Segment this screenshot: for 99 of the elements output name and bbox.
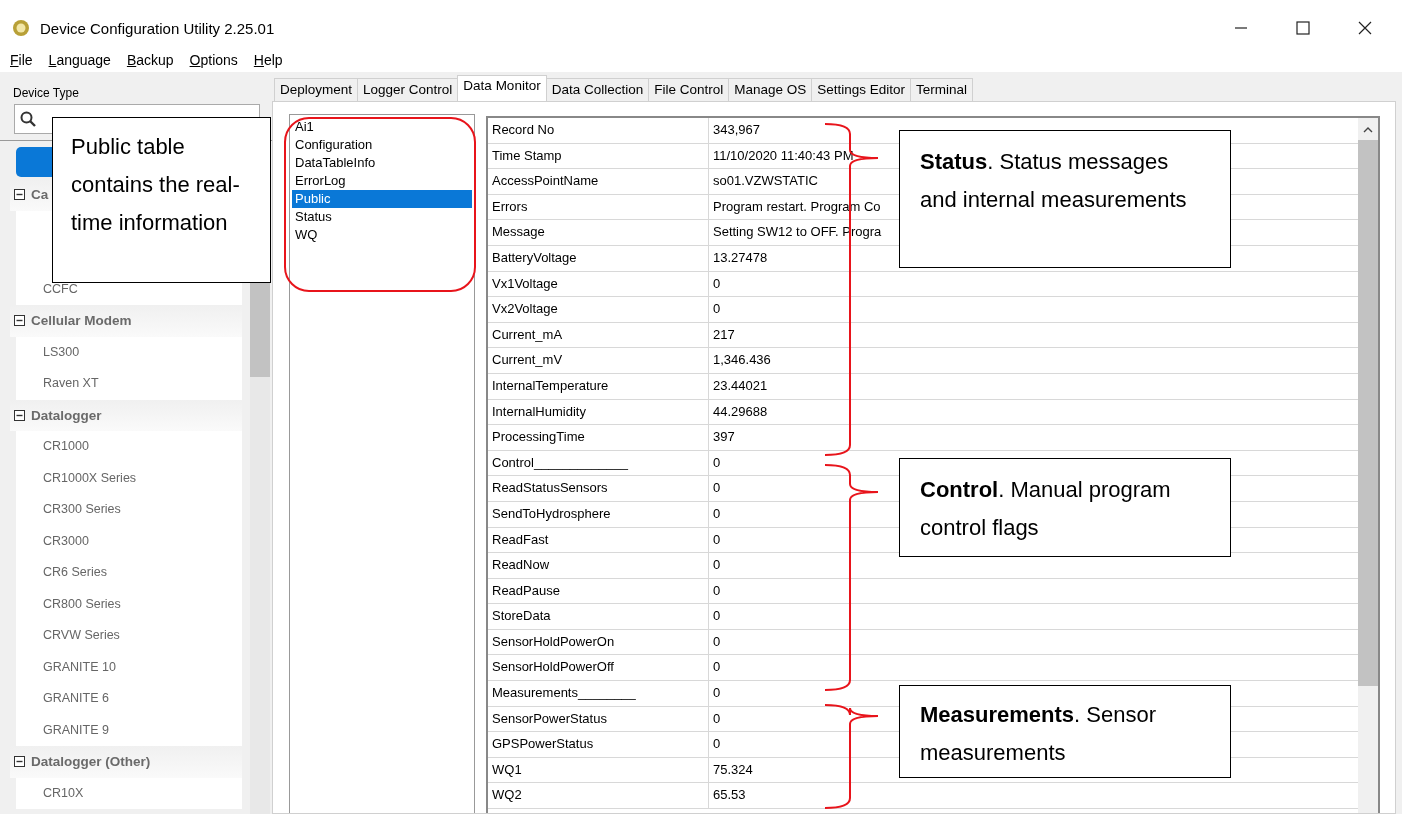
- annotation-tooltip: Status. Status messages and internal measurements: [899, 130, 1231, 268]
- scroll-up-icon[interactable]: [1363, 126, 1373, 134]
- collapse-icon[interactable]: [14, 189, 25, 201]
- field-name-cell: StoreData: [488, 604, 709, 629]
- field-name-cell: InternalTemperature: [488, 373, 709, 399]
- field-name-cell: Current_mV: [488, 348, 709, 373]
- field-name-cell: Vx1Voltage: [488, 271, 709, 297]
- field-name-cell: BatteryVoltage: [488, 245, 709, 271]
- field-name-cell: ProcessingTime: [488, 425, 709, 450]
- menu-item[interactable]: Help: [253, 52, 283, 68]
- annotation-tooltip: Control. Manual program control flags: [899, 458, 1231, 557]
- menu-item[interactable]: Options: [189, 52, 238, 68]
- tree-item[interactable]: CR3000: [43, 533, 89, 548]
- table-list-item[interactable]: ErrorLog: [292, 172, 472, 190]
- field-value-cell-text: 0: [712, 684, 721, 703]
- field-value-cell-text: 0: [712, 709, 721, 728]
- field-value-cell-text: 65.53: [712, 786, 746, 805]
- tree-item[interactable]: CR10X: [43, 785, 84, 800]
- field-name-cell: Time Stamp: [488, 143, 709, 169]
- field-value-cell-text: 0: [712, 504, 721, 523]
- tree-item[interactable]: CR300 Series: [43, 502, 121, 516]
- maximize-icon[interactable]: [1296, 21, 1310, 35]
- tree-item[interactable]: LS300: [43, 344, 80, 359]
- field-name-cell: ReadPause: [488, 578, 709, 604]
- field-value-cell-text: 1,346.436: [712, 351, 771, 370]
- field-value-cell-text: 75.324: [712, 760, 753, 779]
- field-value-cell-text: 397: [712, 428, 735, 447]
- field-name-cell: WQ2: [488, 783, 709, 809]
- field-value-cell-text: 11/10/2020 11:40:43 PM: [712, 146, 854, 165]
- field-value-cell-text: so01.VZWSTATIC: [712, 172, 818, 191]
- app-icon: [12, 19, 30, 37]
- collapse-icon[interactable]: [14, 756, 25, 768]
- field-name-cell: GPSPowerStatus: [488, 732, 709, 757]
- field-value-cell-text: 23.44021: [712, 376, 768, 395]
- field-name-cell: SensorPowerStatus: [488, 706, 709, 732]
- field-value-cell-text: 0: [712, 556, 721, 575]
- tab[interactable]: Data Monitor: [457, 75, 547, 101]
- menu-item[interactable]: Backup: [126, 52, 174, 68]
- collapse-icon[interactable]: [14, 315, 25, 327]
- device-type-label: Device Type: [12, 86, 80, 100]
- tree-group-label[interactable]: Ca: [31, 187, 49, 203]
- field-value-cell-text: 0: [712, 479, 721, 498]
- search-icon: [20, 111, 36, 127]
- menu-item[interactable]: File: [10, 52, 33, 68]
- field-value-cell-text: 0: [712, 530, 721, 549]
- scrollbar[interactable]: [1358, 118, 1378, 813]
- tree-item[interactable]: GRANITE 9: [43, 722, 109, 737]
- field-name-cell: SensorHoldPowerOn: [488, 629, 709, 655]
- field-value-cell-text: 217: [712, 325, 735, 344]
- table-list-item[interactable]: WQ: [292, 226, 472, 244]
- tree-item[interactable]: GRANITE 10: [43, 659, 116, 674]
- field-value-cell-text: 13.27478: [712, 248, 768, 267]
- table-list-item[interactable]: Configuration: [292, 136, 472, 154]
- tree-item[interactable]: CR6 Series: [43, 565, 107, 579]
- tab[interactable]: Terminal: [910, 78, 974, 101]
- field-name-cell: WQ1: [488, 757, 709, 783]
- annotation-tooltip: Measurements. Sensor measurements: [899, 685, 1231, 778]
- field-name-cell: SensorHoldPowerOff: [488, 655, 709, 681]
- field-value-cell-text: 0: [712, 658, 721, 677]
- tree-item[interactable]: CRVW Series: [43, 628, 120, 642]
- field-value-cell-text: 0: [712, 300, 721, 319]
- field-name-cell: InternalHumidity: [488, 399, 709, 425]
- field-name-cell: Message: [488, 220, 709, 245]
- field-name-cell: AccessPointName: [488, 169, 709, 194]
- tree-item[interactable]: Raven XT: [43, 376, 99, 390]
- field-value-cell-text: 0: [712, 581, 721, 600]
- field-name-cell: Errors: [488, 194, 709, 220]
- field-name-cell: ReadStatusSensors: [488, 476, 709, 501]
- table-list-item[interactable]: Ai1: [292, 118, 472, 136]
- field-name-cell: SendToHydrosphere: [488, 501, 709, 527]
- field-value-cell-text: 0: [712, 632, 721, 651]
- tab[interactable]: Deployment: [274, 78, 359, 101]
- field-value-cell-text: 0: [712, 735, 721, 754]
- tree-item[interactable]: CCFC: [43, 281, 78, 296]
- window-title: Device Configuration Utility 2.25.01: [40, 19, 275, 37]
- annotation-tooltip: Public table contains the real-time information: [52, 117, 271, 283]
- table-list-item[interactable]: Status: [292, 208, 472, 226]
- field-name-cell: Current_mA: [488, 322, 709, 348]
- tree-item[interactable]: CR1000X Series: [43, 470, 137, 485]
- field-value-cell-text: 0: [712, 453, 721, 472]
- field-name-cell: Measurements________: [488, 681, 709, 706]
- field-name-cell: Record No: [488, 118, 709, 143]
- field-value-cell-text: 0: [712, 274, 721, 293]
- collapse-icon[interactable]: [14, 409, 25, 421]
- tree-item[interactable]: CR1000: [43, 439, 89, 453]
- field-name-cell: ReadFast: [488, 527, 709, 553]
- tree-item[interactable]: GRANITE 6: [43, 691, 109, 705]
- tree-group-label[interactable]: Datalogger: [31, 407, 102, 423]
- table-list-item[interactable]: DataTableInfo: [292, 154, 472, 172]
- menu-item[interactable]: Language: [48, 52, 111, 68]
- field-value-cell-text: 343,967: [712, 121, 760, 139]
- field-name-cell: Vx2Voltage: [488, 297, 709, 322]
- field-value-cell-text: 44.29688: [712, 402, 768, 421]
- table-list-item[interactable]: Public: [292, 190, 472, 208]
- field-name-cell: Control_____________: [488, 450, 709, 476]
- tree-item[interactable]: CR800 Series: [43, 596, 121, 611]
- field-value-cell-text: 0: [712, 607, 721, 626]
- close-icon[interactable]: [1358, 21, 1372, 35]
- field-name-cell: ReadNow: [488, 553, 709, 578]
